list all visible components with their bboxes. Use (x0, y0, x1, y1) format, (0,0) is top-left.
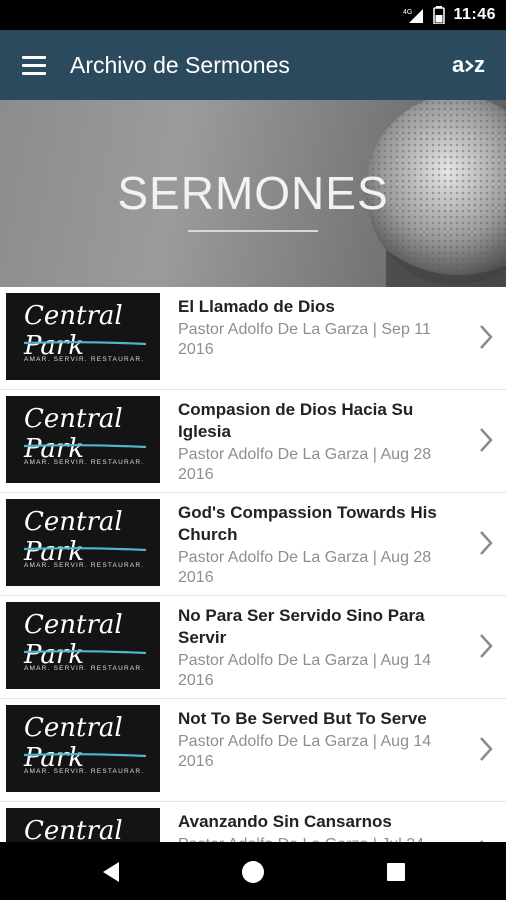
sermon-title: No Para Ser Servido Sino Para Servir (178, 606, 425, 647)
thumbnail-swoosh (24, 753, 146, 757)
sermon-thumbnail: Central Park AMAR. SERVIR. RESTAURAR. (6, 808, 160, 842)
page-title: Archivo de Sermones (70, 52, 290, 78)
thumbnail-tagline: AMAR. SERVIR. RESTAURAR. (24, 356, 145, 363)
sermon-meta: Pastor Adolfo De La Garza | Aug 14 2016 (178, 733, 432, 770)
chevron-right-icon (480, 325, 493, 349)
svg-text:a: a (452, 52, 465, 77)
sermon-list-item[interactable]: Central Park AMAR. SERVIR. RESTAURAR. No… (0, 596, 506, 699)
status-time: 11:46 (453, 6, 496, 23)
sermon-thumbnail: Central Park AMAR. SERVIR. RESTAURAR. (6, 705, 160, 792)
thumbnail-swoosh (24, 650, 146, 654)
sermon-list-item[interactable]: Central Park AMAR. SERVIR. RESTAURAR. El… (0, 287, 506, 390)
thumbnail-brand: Central Park (24, 610, 123, 670)
thumbnail-brand: Central Park (24, 507, 123, 567)
chevron-right-icon (480, 531, 493, 555)
thumbnail-brand: Central Park (24, 404, 123, 464)
thumbnail-swoosh (24, 444, 146, 448)
thumbnail-tagline: AMAR. SERVIR. RESTAURAR. (24, 665, 145, 672)
sermon-title: God's Compassion Towards His Church (178, 503, 437, 544)
thumbnail-brand: Central Park (24, 713, 123, 773)
sermon-thumbnail: Central Park AMAR. SERVIR. RESTAURAR. (6, 499, 160, 586)
menu-icon (22, 55, 46, 59)
sermon-list-item[interactable]: Central Park AMAR. SERVIR. RESTAURAR. Go… (0, 493, 506, 596)
svg-text:4G: 4G (403, 9, 412, 16)
sort-az-icon: a z (452, 52, 485, 77)
menu-button[interactable] (14, 47, 54, 83)
sermon-meta: Pastor Adolfo De La Garza | Sep 11 2016 (178, 321, 431, 358)
chevron-right-icon (480, 634, 493, 658)
sermon-list-item[interactable]: Central Park AMAR. SERVIR. RESTAURAR. Av… (0, 802, 506, 842)
recents-button[interactable] (382, 858, 410, 886)
svg-text:z: z (474, 52, 485, 77)
hero-divider (188, 230, 318, 232)
sermon-meta: Pastor Adolfo De La Garza | Aug 28 2016 (178, 549, 432, 586)
thumbnail-tagline: AMAR. SERVIR. RESTAURAR. (24, 562, 145, 569)
thumbnail-swoosh (24, 547, 146, 551)
chevron-right-icon (480, 428, 493, 452)
home-icon (242, 861, 264, 883)
sermon-thumbnail: Central Park AMAR. SERVIR. RESTAURAR. (6, 602, 160, 689)
sermon-title: Compasion de Dios Hacia Su Iglesia (178, 400, 414, 441)
home-button[interactable] (239, 858, 267, 886)
sermon-title: El Llamado de Dios (178, 297, 335, 316)
sermon-thumbnail: Central Park AMAR. SERVIR. RESTAURAR. (6, 396, 160, 483)
sort-az-button[interactable]: a z (452, 52, 496, 78)
back-button[interactable] (97, 858, 125, 886)
back-icon (103, 862, 119, 882)
sermon-list: Central Park AMAR. SERVIR. RESTAURAR. El… (0, 287, 506, 842)
sermon-title: Avanzando Sin Cansarnos (178, 812, 392, 831)
chevron-right-icon (480, 737, 493, 761)
sermon-list-item[interactable]: Central Park AMAR. SERVIR. RESTAURAR. Co… (0, 390, 506, 493)
sermon-meta: Pastor Adolfo De La Garza | Aug 14 2016 (178, 652, 432, 689)
sermon-meta: Pastor Adolfo De La Garza | Jul 24 2016 (178, 835, 463, 842)
sermon-list-item[interactable]: Central Park AMAR. SERVIR. RESTAURAR. No… (0, 699, 506, 802)
recents-icon (387, 863, 405, 881)
thumbnail-swoosh (24, 341, 146, 345)
menu-icon-bar (22, 63, 46, 67)
status-bar: 4G 11:46 (0, 0, 506, 30)
sermon-title: Not To Be Served But To Serve (178, 709, 427, 728)
sermon-meta: Pastor Adolfo De La Garza | Aug 28 2016 (178, 446, 432, 483)
signal-icon: 4G (403, 9, 424, 23)
app-bar: Archivo de Sermones a z (0, 30, 506, 100)
menu-icon-bar (22, 71, 46, 75)
thumbnail-brand: Central Park (24, 301, 123, 361)
hero-title: SERMONES (117, 167, 389, 219)
sermon-thumbnail: Central Park AMAR. SERVIR. RESTAURAR. (6, 293, 160, 380)
thumbnail-brand: Central Park (24, 816, 123, 842)
thumbnail-tagline: AMAR. SERVIR. RESTAURAR. (24, 459, 145, 466)
battery-icon (433, 6, 446, 24)
hero-banner: SERMONES (0, 100, 506, 287)
navigation-bar (0, 842, 506, 900)
thumbnail-tagline: AMAR. SERVIR. RESTAURAR. (24, 768, 145, 775)
